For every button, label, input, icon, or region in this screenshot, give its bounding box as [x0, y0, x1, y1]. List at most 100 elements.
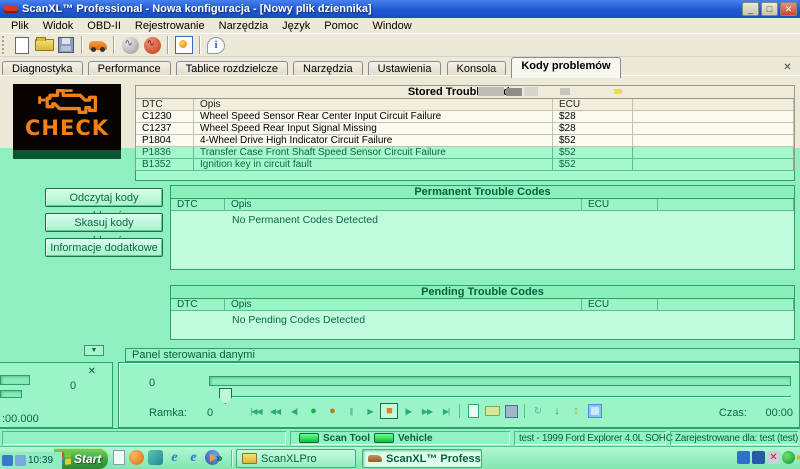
internet-explorer-icon[interactable]: e [167, 450, 182, 465]
col-dtc[interactable]: DTC [136, 99, 194, 111]
slider-thumb[interactable] [219, 388, 232, 404]
new-file-button[interactable] [11, 35, 33, 55]
firefox-icon[interactable] [129, 450, 144, 465]
permanent-empty-message: No Permanent Codes Detected [170, 211, 795, 270]
slider-rail[interactable] [219, 396, 791, 398]
rewind-button[interactable]: ◀◀ [266, 403, 284, 419]
battery-icon[interactable] [752, 451, 765, 464]
open-log-button[interactable] [483, 403, 501, 419]
quick-launch-chevron[interactable]: » [216, 451, 223, 465]
player-separator [459, 404, 460, 418]
col-opis[interactable]: Opis [194, 99, 553, 111]
table-row[interactable]: C1230 Wheel Speed Sensor Rear Center Inp… [135, 111, 795, 123]
save-floppy-icon [58, 37, 74, 53]
col-opis[interactable]: Opis [225, 299, 582, 311]
table-filler [135, 171, 795, 181]
col-dtc[interactable]: DTC [171, 299, 225, 311]
render-artifact [506, 88, 522, 96]
menu-pomoc[interactable]: Pomoc [317, 20, 365, 32]
new-log-button[interactable] [464, 403, 482, 419]
menu-plik[interactable]: Plik [4, 20, 36, 32]
car-icon [368, 455, 382, 462]
fast-forward-button[interactable]: ▶▶ [418, 403, 436, 419]
opis-cell: Wheel Speed Rear Input Signal Missing [194, 123, 553, 135]
fragment-scroll-button[interactable]: ▼ [84, 345, 104, 356]
menu-narzedzia[interactable]: Narzędzia [212, 20, 276, 32]
record-alt-button[interactable]: ● [323, 403, 341, 419]
jump-marker-button[interactable]: ↻ [529, 403, 547, 419]
step-back-button[interactable]: ◀| [285, 403, 303, 419]
clear-codes-button[interactable]: Skasuj kody problemów [45, 213, 163, 232]
ecu-cell: $28 [553, 111, 633, 123]
table-row[interactable]: P1836 Transfer Case Front Shaft Speed Se… [135, 147, 795, 159]
minimize-button[interactable]: _ [742, 2, 759, 16]
menu-obd2[interactable]: OBD-II [80, 20, 128, 32]
internet-explorer-icon[interactable]: e [186, 450, 201, 465]
maximize-button[interactable]: □ [761, 2, 778, 16]
opis-cell: 4-Wheel Drive High Indicator Circuit Fai… [194, 135, 553, 147]
col-ecu[interactable]: ECU [553, 99, 633, 111]
save-file-button[interactable] [55, 35, 77, 55]
table-row[interactable]: B1352 Ignition key in circuit fault $52 [135, 159, 795, 171]
table-row[interactable]: P1804 4-Wheel Drive High Indicator Circu… [135, 135, 795, 147]
tab-kody-problemow[interactable]: Kody problemów [511, 57, 620, 78]
menu-jezyk[interactable]: Język [275, 20, 317, 32]
network-offline-icon[interactable]: ✕ [767, 451, 780, 464]
time-label: Czas: [719, 407, 747, 419]
about-button[interactable]: i [205, 35, 227, 55]
stop-button[interactable]: ■ [380, 403, 398, 419]
folder-icon [242, 453, 257, 464]
progress-groove[interactable] [209, 376, 791, 386]
menu-window[interactable]: Window [366, 20, 419, 32]
fragment-tray-icon [15, 455, 26, 466]
fragment-close-icon[interactable]: ✕ [88, 366, 96, 377]
step-forward-button[interactable]: |▶ [399, 403, 417, 419]
play-button[interactable]: ▶ [361, 403, 379, 419]
taskbar-separator [231, 450, 233, 467]
clock: 10:39 [28, 455, 53, 466]
menu-rejestrowanie[interactable]: Rejestrowanie [128, 20, 212, 32]
menu-widok[interactable]: Widok [36, 20, 81, 32]
page-icon[interactable] [113, 450, 125, 465]
pending-codes-title: Pending Trouble Codes [170, 285, 795, 299]
task-button-scanxl-app[interactable]: ScanXL™ Professional... [362, 449, 482, 468]
engine-icon [36, 84, 98, 118]
sync-arrows-button[interactable]: ↕ [567, 403, 585, 419]
frame-grid-button[interactable] [586, 403, 604, 419]
disconnect-button[interactable] [119, 35, 141, 55]
ecu-cell: $52 [553, 147, 633, 159]
show-desktop-icon[interactable] [148, 450, 163, 465]
permanent-codes-title: Permanent Trouble Codes [170, 185, 795, 199]
toolbar-separator [113, 36, 115, 54]
stored-codes-header: DTC Opis ECU [135, 99, 795, 111]
dashboard-designer-button[interactable] [173, 35, 195, 55]
col-ecu[interactable]: ECU [582, 199, 658, 211]
record-button[interactable]: ● [304, 403, 322, 419]
col-ecu[interactable]: ECU [582, 299, 658, 311]
skip-to-end-button[interactable]: ▶| [437, 403, 455, 419]
col-dtc[interactable]: DTC [171, 199, 225, 211]
scan-tool-led [299, 433, 319, 443]
updates-icon[interactable] [782, 451, 795, 464]
connect-button[interactable] [141, 35, 163, 55]
table-row[interactable]: C1237 Wheel Speed Rear Input Signal Miss… [135, 123, 795, 135]
pause-button[interactable]: || [342, 403, 360, 419]
open-file-button[interactable] [33, 35, 55, 55]
skip-to-start-button[interactable]: |◀◀ [247, 403, 265, 419]
export-down-button[interactable]: ↓ [548, 403, 566, 419]
col-opis[interactable]: Opis [225, 199, 582, 211]
vehicle-manager-button[interactable] [87, 35, 109, 55]
start-button[interactable]: Start [54, 448, 108, 469]
toolbar-separator [167, 36, 169, 54]
additional-info-button[interactable]: Informacje dodatkowe [45, 238, 163, 257]
modem-icon[interactable] [737, 451, 750, 464]
scanxl-window: ScanXL™ Professional - Nowa konfiguracja… [0, 0, 800, 469]
glitch-clock-fragment: 10:39 [0, 452, 62, 469]
tab-close-icon[interactable]: ✕ [781, 61, 794, 74]
close-button[interactable]: ✕ [780, 2, 797, 16]
task-button-scanxlpro-folder[interactable]: ScanXLPro [236, 449, 356, 468]
read-codes-button[interactable]: Odczytaj kody problemów [45, 188, 163, 207]
save-log-button[interactable] [502, 403, 520, 419]
toolbar-grip[interactable] [2, 36, 7, 54]
opis-cell: Wheel Speed Sensor Rear Center Input Cir… [194, 111, 553, 123]
